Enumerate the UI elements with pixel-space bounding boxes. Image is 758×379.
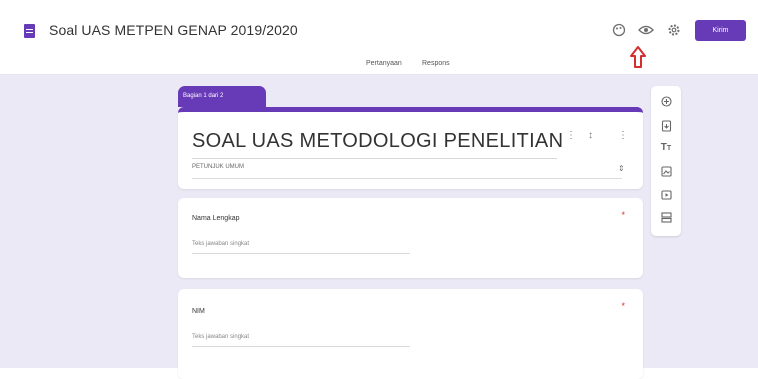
form-header-card[interactable]: SOAL UAS METODOLOGI PENELITIAN PETUNJUK … (178, 107, 643, 189)
tab-responses[interactable]: Respons (422, 60, 450, 67)
title-underline (192, 158, 557, 159)
text-format-icon[interactable]: ⋮ (566, 130, 576, 141)
question-card[interactable]: Nama Lengkap Teks jawaban singkat * (178, 198, 643, 278)
form-title[interactable]: SOAL UAS METODOLOGI PENELITIAN (192, 130, 563, 153)
section-label: Bagian 1 dari 2 (178, 86, 266, 107)
form-document-title[interactable]: Soal UAS METPEN GENAP 2019/2020 (49, 22, 298, 38)
answer-underline (192, 346, 410, 347)
add-question-icon[interactable] (651, 96, 681, 111)
form-tabs: Pertanyaan Respons (0, 60, 758, 74)
settings-gear-icon[interactable] (666, 23, 682, 39)
instructions-underline (192, 178, 622, 179)
add-title-icon[interactable]: TT (651, 142, 681, 155)
preview-eye-icon[interactable] (638, 23, 654, 39)
palette-icon[interactable] (611, 23, 627, 39)
floating-toolbar: TT (651, 86, 681, 236)
required-asterisk: * (621, 301, 625, 311)
required-asterisk: * (621, 210, 625, 220)
add-section-icon[interactable] (651, 212, 681, 227)
forms-document-icon[interactable] (24, 24, 35, 38)
collapse-section-icon[interactable]: ↕ (588, 130, 593, 141)
form-instructions[interactable]: PETUNJUK UMUM (192, 164, 244, 170)
more-options-icon[interactable]: ⋮ (618, 130, 628, 141)
send-button[interactable]: Kirim (695, 20, 746, 41)
question-label: NIM (192, 308, 205, 315)
short-answer-input[interactable]: Teks jawaban singkat (192, 241, 249, 247)
tab-questions[interactable]: Pertanyaan (366, 60, 402, 67)
question-label: Nama Lengkap (192, 215, 240, 222)
top-bar: Soal UAS METPEN GENAP 2019/2020 Kirim Pe… (0, 0, 758, 75)
import-questions-icon[interactable] (651, 120, 681, 136)
add-video-icon[interactable] (651, 190, 681, 204)
add-image-icon[interactable] (651, 166, 681, 181)
answer-underline (192, 253, 410, 254)
scroll-handle-icon[interactable]: ⇕ (618, 164, 625, 173)
question-card[interactable]: NIM Teks jawaban singkat * (178, 289, 643, 379)
short-answer-input[interactable]: Teks jawaban singkat (192, 334, 249, 340)
